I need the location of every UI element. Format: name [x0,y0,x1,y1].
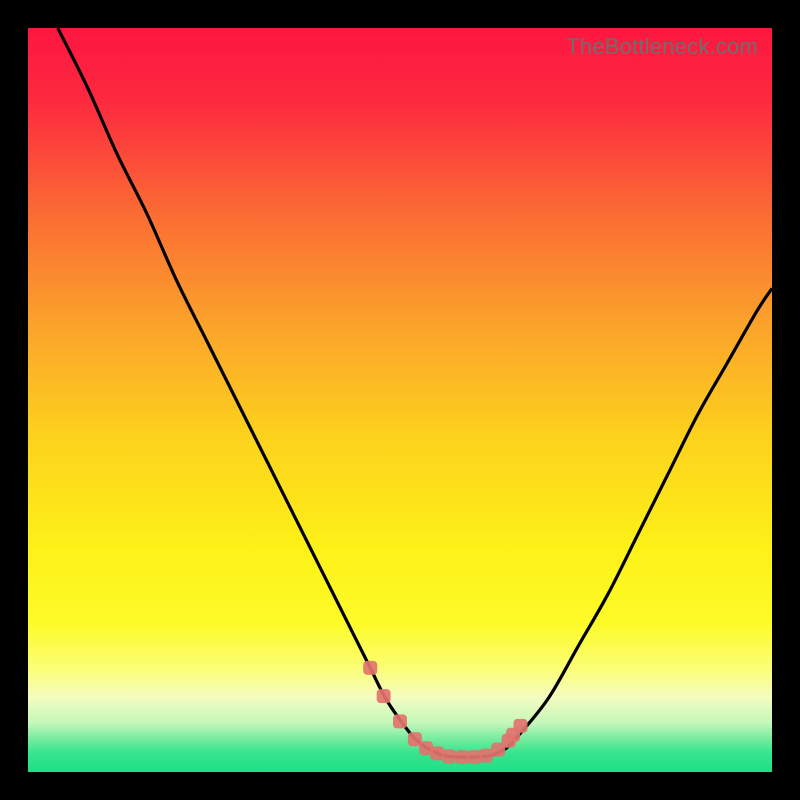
marker-point [467,750,481,764]
bottleneck-curve-line [58,28,772,757]
marker-point [514,719,528,733]
highlight-markers [363,661,527,764]
marker-point [479,749,493,763]
marker-point [430,746,444,760]
plot-area: TheBottleneck.com [28,28,772,772]
marker-point [442,749,456,763]
marker-point [377,689,391,703]
marker-point [455,750,469,764]
bottleneck-curve-svg [28,28,772,772]
chart-frame: TheBottleneck.com [0,0,800,800]
marker-point [363,661,377,675]
watermark-text: TheBottleneck.com [566,34,758,60]
marker-point [393,714,407,728]
